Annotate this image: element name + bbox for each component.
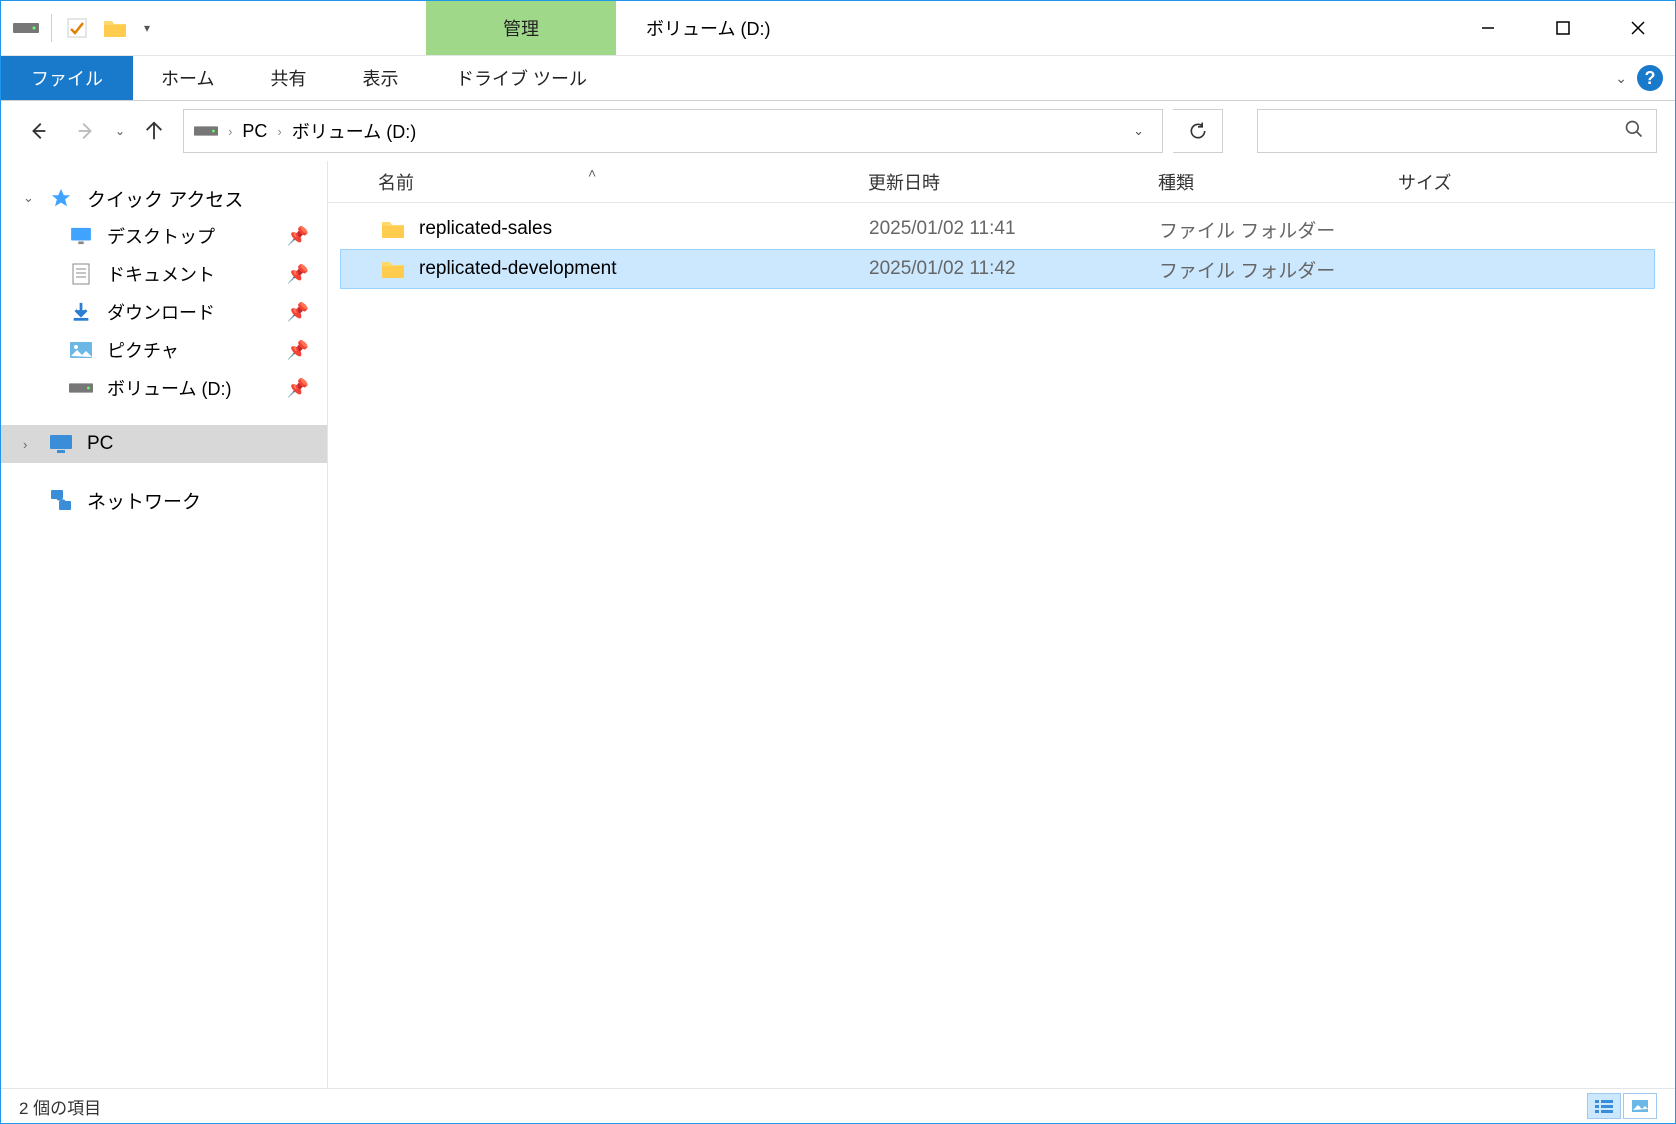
tab-file[interactable]: ファイル: [1, 56, 133, 100]
new-folder-button[interactable]: [100, 13, 130, 43]
chevron-right-icon[interactable]: ›: [277, 124, 281, 139]
chevron-down-icon[interactable]: ⌄: [23, 190, 34, 206]
window-title: ボリューム (D:): [646, 15, 770, 41]
breadcrumb-current[interactable]: ボリューム (D:): [292, 118, 416, 144]
network-icon: [49, 488, 73, 512]
file-name: replicated-sales: [419, 218, 552, 240]
sidebar-item-downloads[interactable]: ダウンロード 📌: [1, 293, 327, 331]
chevron-right-icon[interactable]: ›: [228, 124, 232, 139]
view-toggles: [1587, 1093, 1657, 1119]
minimize-button[interactable]: [1450, 6, 1525, 51]
sidebar-item-documents[interactable]: ドキュメント 📌: [1, 255, 327, 293]
pin-icon: 📌: [287, 302, 309, 323]
back-button[interactable]: [19, 112, 57, 150]
cell-name: replicated-development: [341, 258, 869, 280]
sort-indicator-icon: ˄: [588, 165, 596, 181]
cell-type: ファイル フォルダー: [1159, 216, 1399, 243]
details-view-button[interactable]: [1587, 1093, 1621, 1119]
file-row[interactable]: replicated-sales 2025/01/02 11:41ファイル フォル…: [340, 209, 1655, 249]
content-pane: 名前 ˄ 更新日時 種類 サイズ replicated-sales 2025/01…: [328, 161, 1675, 1088]
navigation-pane: ⌄ クイック アクセス デスクトップ 📌 ドキュメント 📌 ダウンロード: [1, 161, 328, 1088]
ribbon-tabs: ファイル ホーム 共有 表示 ドライブ ツール ⌄ ?: [1, 56, 1675, 101]
context-tab-header[interactable]: 管理: [426, 1, 616, 55]
help-icon[interactable]: ?: [1637, 65, 1663, 91]
star-icon: [49, 186, 73, 210]
recent-locations-button[interactable]: ⌄: [115, 124, 125, 138]
sidebar-item-pictures[interactable]: ピクチャ 📌: [1, 331, 327, 369]
column-header-name[interactable]: 名前 ˄: [328, 169, 868, 195]
file-list[interactable]: replicated-sales 2025/01/02 11:41ファイル フォル…: [328, 203, 1675, 1088]
address-bar[interactable]: › PC › ボリューム (D:) ⌄: [183, 109, 1163, 153]
column-label: 名前: [378, 173, 414, 193]
refresh-button[interactable]: [1173, 109, 1223, 153]
pin-icon: 📌: [287, 264, 309, 285]
explorer-window: ▾ 管理 ボリューム (D:) ファイル ホーム 共有 表示 ドライブ ツール …: [0, 0, 1676, 1124]
up-button[interactable]: [135, 112, 173, 150]
desktop-icon: [69, 224, 93, 248]
sidebar-item-pc[interactable]: › PC: [1, 425, 327, 463]
tab-view[interactable]: 表示: [334, 56, 426, 100]
status-text: 2 個の項目: [19, 1094, 101, 1119]
context-tab-label: 管理: [503, 15, 539, 41]
folder-icon: [381, 259, 405, 279]
download-icon: [69, 300, 93, 324]
cell-date: 2025/01/02 11:42: [869, 258, 1159, 280]
chevron-right-icon[interactable]: ›: [23, 437, 27, 452]
drive-icon: [194, 119, 218, 143]
tab-drive-tools[interactable]: ドライブ ツール: [426, 56, 616, 100]
pin-icon: 📌: [287, 340, 309, 361]
pin-icon: 📌: [287, 226, 309, 247]
sidebar-item-desktop[interactable]: デスクトップ 📌: [1, 217, 327, 255]
sidebar-item-label: ダウンロード: [107, 299, 215, 325]
sidebar-item-label: PC: [87, 433, 113, 455]
sidebar-item-quick-access[interactable]: ⌄ クイック アクセス: [1, 179, 327, 217]
breadcrumb-pc[interactable]: PC: [242, 121, 267, 142]
quick-access-toolbar: ▾: [1, 13, 156, 43]
body: ⌄ クイック アクセス デスクトップ 📌 ドキュメント 📌 ダウンロード: [1, 161, 1675, 1088]
drive-icon: [69, 376, 93, 400]
titlebar: ▾ 管理 ボリューム (D:): [1, 1, 1675, 56]
column-header-date[interactable]: 更新日時: [868, 169, 1158, 195]
maximize-button[interactable]: [1525, 6, 1600, 51]
ribbon-collapse-button[interactable]: ⌄: [1615, 70, 1627, 87]
document-icon: [69, 262, 93, 286]
sidebar-item-label: デスクトップ: [107, 223, 215, 249]
sidebar-item-label: ピクチャ: [107, 337, 179, 363]
pictures-icon: [69, 338, 93, 362]
close-button[interactable]: [1600, 6, 1675, 51]
search-box[interactable]: [1257, 109, 1657, 153]
thumbnails-view-button[interactable]: [1623, 1093, 1657, 1119]
address-dropdown[interactable]: ⌄: [1125, 123, 1152, 139]
drive-icon: [11, 13, 41, 43]
status-bar: 2 個の項目: [1, 1088, 1675, 1123]
column-header-type[interactable]: 種類: [1158, 169, 1398, 195]
cell-type: ファイル フォルダー: [1159, 256, 1399, 283]
column-header-size[interactable]: サイズ: [1398, 169, 1568, 195]
tab-home[interactable]: ホーム: [133, 56, 242, 100]
pc-icon: [49, 432, 73, 456]
folder-icon: [381, 219, 405, 239]
sidebar-item-label: ボリューム (D:): [107, 375, 231, 401]
sidebar-item-volume-d[interactable]: ボリューム (D:) 📌: [1, 369, 327, 407]
search-icon[interactable]: [1624, 119, 1644, 144]
file-row[interactable]: replicated-development 2025/01/02 11:42ファ…: [340, 249, 1655, 289]
navigation-row: ⌄ › PC › ボリューム (D:) ⌄: [1, 101, 1675, 161]
separator: [51, 14, 52, 42]
search-input[interactable]: [1270, 122, 1624, 140]
properties-button[interactable]: [62, 13, 92, 43]
pin-icon: 📌: [287, 378, 309, 399]
window-controls: [1450, 6, 1675, 51]
sidebar-item-label: ドキュメント: [107, 261, 215, 287]
tab-share[interactable]: 共有: [242, 56, 334, 100]
sidebar-item-network[interactable]: ネットワーク: [1, 481, 327, 519]
file-name: replicated-development: [419, 258, 617, 280]
cell-name: replicated-sales: [341, 218, 869, 240]
cell-date: 2025/01/02 11:41: [869, 218, 1159, 240]
column-headers: 名前 ˄ 更新日時 種類 サイズ: [328, 161, 1675, 203]
sidebar-item-label: ネットワーク: [87, 487, 201, 514]
qat-dropdown[interactable]: ▾: [138, 21, 156, 35]
forward-button[interactable]: [67, 112, 105, 150]
sidebar-item-label: クイック アクセス: [87, 185, 243, 212]
